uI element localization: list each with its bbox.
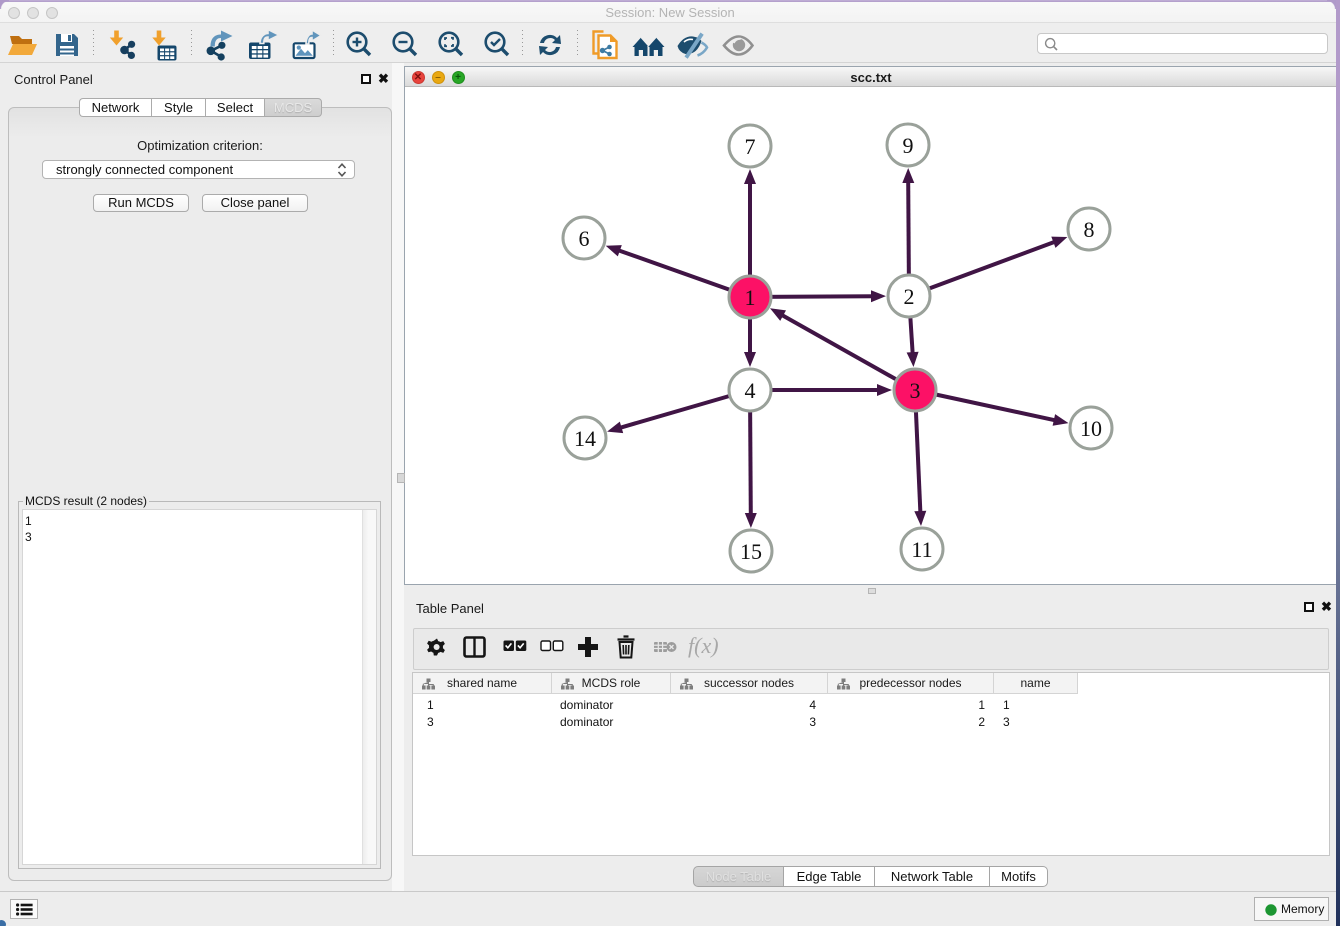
svg-text:6: 6 [579, 226, 590, 251]
svg-text:4: 4 [745, 378, 756, 403]
svg-text:1: 1 [745, 285, 756, 310]
svg-text:8: 8 [1084, 217, 1095, 242]
svg-text:11: 11 [911, 537, 932, 562]
svg-text:15: 15 [740, 539, 762, 564]
svg-text:14: 14 [574, 426, 596, 451]
svg-text:7: 7 [745, 134, 756, 159]
svg-text:9: 9 [903, 133, 914, 158]
svg-text:3: 3 [910, 378, 921, 403]
svg-text:10: 10 [1080, 416, 1102, 441]
svg-text:2: 2 [904, 284, 915, 309]
